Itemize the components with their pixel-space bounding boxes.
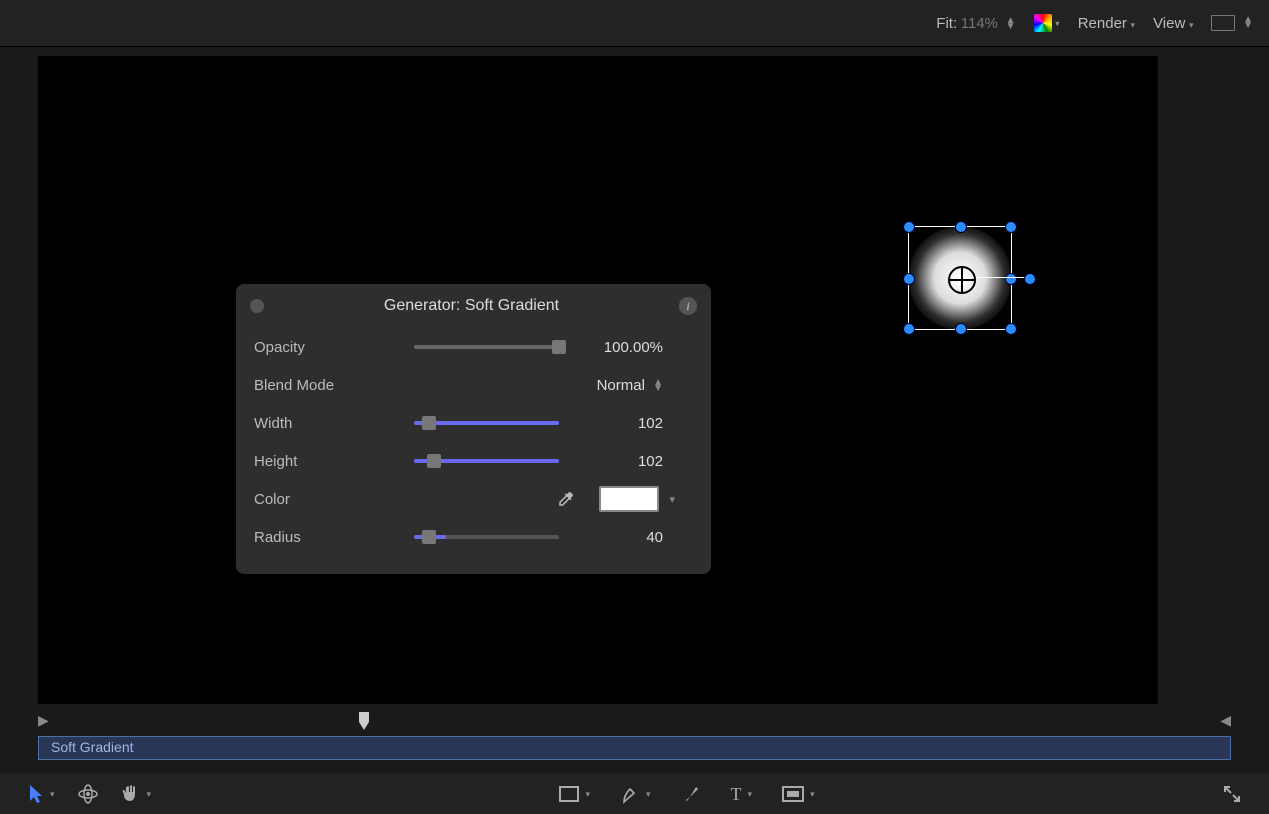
- blend-mode-label: Blend Mode: [254, 377, 414, 394]
- opacity-value[interactable]: 100.00%: [573, 339, 693, 356]
- clip-bar[interactable]: Soft Gradient: [38, 736, 1231, 760]
- select-tool[interactable]: ▾: [28, 785, 55, 803]
- opacity-label: Opacity: [254, 339, 414, 356]
- width-value[interactable]: 102: [573, 415, 693, 432]
- hud-header[interactable]: Generator: Soft Gradient i: [236, 284, 711, 328]
- info-icon[interactable]: i: [679, 297, 697, 315]
- text-tool[interactable]: T ▾: [731, 784, 753, 805]
- bottom-toolbar: ▾ ▾ ▾ ▾ T ▾ ▾: [0, 774, 1269, 814]
- stepper-arrows-icon: ▲▼: [653, 380, 663, 392]
- render-label: Render: [1078, 15, 1127, 32]
- fit-control[interactable]: Fit: 114% ▲▼: [936, 15, 1015, 32]
- hand-icon: [121, 784, 141, 804]
- paint-stroke-tool[interactable]: [681, 784, 701, 804]
- view-menu[interactable]: View ▾: [1153, 15, 1193, 32]
- chevron-down-icon: ▾: [1131, 20, 1136, 30]
- resize-handle[interactable]: [955, 221, 967, 233]
- width-label: Width: [254, 415, 414, 432]
- out-point-icon[interactable]: ◀: [1220, 712, 1231, 729]
- brush-icon: [681, 784, 701, 804]
- slider-thumb[interactable]: [552, 340, 566, 354]
- resize-handle[interactable]: [955, 323, 967, 335]
- chevron-down-icon: ▾: [810, 789, 815, 800]
- resize-handle[interactable]: [1005, 323, 1017, 335]
- color-channels-button[interactable]: ▾: [1034, 14, 1060, 32]
- radius-slider[interactable]: [414, 535, 559, 539]
- eyedropper-icon[interactable]: [557, 490, 575, 508]
- slider-thumb[interactable]: [422, 416, 436, 430]
- chevron-down-icon: ▾: [646, 789, 651, 800]
- chevron-down-icon: ▾: [1189, 20, 1194, 30]
- rectangle-icon: [559, 786, 579, 802]
- resize-handle[interactable]: [1005, 273, 1017, 285]
- expand-arrows-icon: [1223, 785, 1241, 803]
- rainbow-swatch-icon: [1034, 14, 1052, 32]
- blend-mode-row: Blend Mode Normal ▲▼: [236, 366, 711, 404]
- view-label: View: [1153, 15, 1185, 32]
- orbit-icon: [77, 783, 99, 805]
- resize-handle[interactable]: [903, 273, 915, 285]
- top-toolbar: Fit: 114% ▲▼ ▾ Render ▾ View ▾ ▲▼: [0, 0, 1269, 47]
- mask-tool[interactable]: ▾: [782, 786, 815, 802]
- playhead[interactable]: [358, 712, 370, 732]
- slider-thumb[interactable]: [427, 454, 441, 468]
- stepper-arrows-icon: ▲▼: [1006, 18, 1016, 30]
- chevron-down-icon: ▾: [585, 789, 590, 800]
- rotation-handle[interactable]: [1024, 273, 1036, 285]
- resize-handle[interactable]: [1005, 221, 1017, 233]
- height-value[interactable]: 102: [573, 453, 693, 470]
- radius-row: Radius 40: [236, 518, 711, 556]
- render-menu[interactable]: Render ▾: [1078, 15, 1135, 32]
- fit-label: Fit:: [936, 15, 957, 32]
- fit-value: 114%: [961, 15, 998, 32]
- radius-label: Radius: [254, 529, 414, 546]
- clip-name: Soft Gradient: [51, 739, 134, 755]
- background-swatch-button[interactable]: ▲▼: [1211, 15, 1253, 32]
- height-label: Height: [254, 453, 414, 470]
- chevron-down-icon: ▾: [748, 789, 753, 800]
- resize-handle[interactable]: [903, 221, 915, 233]
- slider-thumb[interactable]: [422, 530, 436, 544]
- mask-rectangle-icon: [782, 786, 804, 802]
- hud-close-dot[interactable]: [250, 299, 264, 313]
- empty-swatch-icon: [1211, 15, 1235, 31]
- timeline-ruler[interactable]: ▶ ◀: [38, 712, 1231, 732]
- chevron-down-icon: ▾: [50, 789, 55, 800]
- radius-value[interactable]: 40: [573, 529, 693, 546]
- chevron-down-icon[interactable]: ▾: [669, 493, 675, 506]
- color-label: Color: [254, 491, 414, 508]
- pen-icon: [620, 784, 640, 804]
- hud-panel[interactable]: Generator: Soft Gradient i Opacity 100.0…: [236, 284, 711, 574]
- in-point-icon[interactable]: ▶: [38, 712, 49, 729]
- width-slider[interactable]: [414, 421, 559, 425]
- chevron-down-icon: ▾: [1055, 18, 1060, 28]
- chevron-down-icon: ▾: [147, 789, 152, 800]
- selected-object[interactable]: [908, 226, 1012, 330]
- width-row: Width 102: [236, 404, 711, 442]
- pan-tool[interactable]: ▾: [121, 784, 152, 804]
- shape-tool[interactable]: ▾: [559, 786, 590, 802]
- resize-handle[interactable]: [903, 323, 915, 335]
- blend-mode-select[interactable]: Normal: [597, 377, 645, 394]
- fullscreen-button[interactable]: [1223, 785, 1241, 803]
- stepper-arrows-icon: ▲▼: [1243, 17, 1253, 29]
- height-slider[interactable]: [414, 459, 559, 463]
- opacity-slider[interactable]: [414, 345, 559, 349]
- canvas-viewer[interactable]: Generator: Soft Gradient i Opacity 100.0…: [38, 56, 1158, 704]
- mini-timeline: ▶ ◀ Soft Gradient: [38, 712, 1231, 768]
- height-row: Height 102: [236, 442, 711, 480]
- text-icon: T: [731, 784, 742, 805]
- arrow-cursor-icon: [28, 785, 44, 803]
- anchor-point-icon[interactable]: [948, 266, 976, 294]
- hud-title: Generator: Soft Gradient: [264, 297, 679, 315]
- pen-tool[interactable]: ▾: [620, 784, 651, 804]
- opacity-row: Opacity 100.00%: [236, 328, 711, 366]
- 3d-transform-tool[interactable]: [77, 783, 99, 805]
- color-well[interactable]: [599, 486, 659, 512]
- color-row: Color ▾: [236, 480, 711, 518]
